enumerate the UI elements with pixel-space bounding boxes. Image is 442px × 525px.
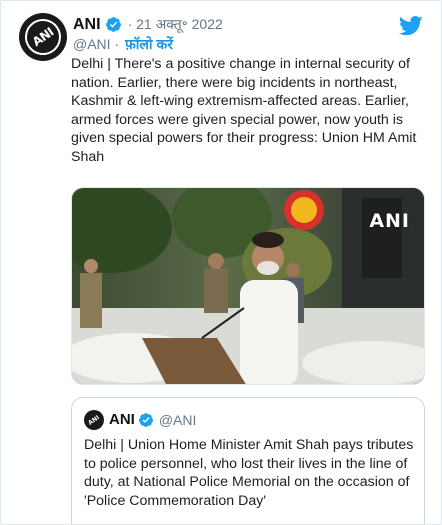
ani-logo-icon: ANI	[19, 13, 67, 61]
author-name-row: ANI · 21 अक्तू॰ 2022	[73, 15, 223, 34]
quoted-author-row: ANI @ANI	[109, 411, 196, 428]
quoted-tweet[interactable]: ANI ANI @ANI Delhi | Union Home Minister…	[71, 397, 425, 524]
timestamp-text: 21 अक्तू॰ 2022	[136, 16, 223, 32]
separator-dot: ·	[114, 36, 120, 52]
avatar-logo-text: ANI	[29, 24, 57, 50]
author-avatar[interactable]: ANI	[19, 13, 67, 61]
tweet-text: Delhi | There's a positive change in int…	[71, 56, 417, 165]
quoted-author-avatar[interactable]: ANI	[84, 410, 104, 430]
follow-link[interactable]: फ़ॉलो करें	[125, 36, 173, 52]
twitter-bird-icon[interactable]	[399, 15, 423, 37]
quoted-avatar-text: ANI	[87, 413, 101, 427]
quoted-tweet-text: Delhi | Union Home Minister Amit Shah pa…	[84, 437, 414, 509]
separator-dot: ·	[127, 16, 133, 32]
quoted-handle[interactable]: @ANI	[159, 412, 197, 428]
media-watermark: ANI	[369, 210, 410, 232]
author-handle-row: @ANI · फ़ॉलो करें	[73, 35, 173, 54]
timestamp[interactable]: · 21 अक्तू॰ 2022	[128, 15, 223, 34]
quoted-display-name[interactable]: ANI	[109, 411, 135, 428]
author-handle[interactable]: @ANI	[73, 36, 111, 52]
verified-badge-icon	[105, 17, 121, 32]
author-display-name[interactable]: ANI	[73, 16, 101, 34]
tweet-media-image[interactable]: ANI	[71, 187, 425, 385]
verified-badge-icon	[138, 412, 153, 427]
tweet-card: ANI ANI · 21 अक्तू॰ 2022 @ANI · फ़ॉलो कर…	[0, 0, 442, 525]
